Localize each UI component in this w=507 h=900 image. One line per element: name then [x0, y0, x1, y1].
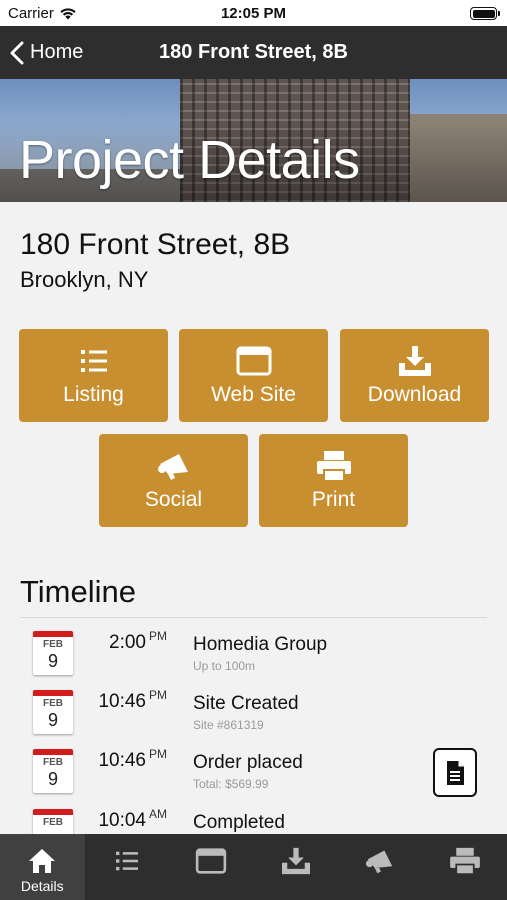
megaphone-icon [365, 846, 395, 876]
calendar-icon: FEB 9 [33, 749, 73, 793]
print-button-label: Print [311, 487, 356, 511]
tab-details[interactable]: Details [0, 834, 85, 900]
tab-details-label: Details [20, 878, 64, 894]
address-city: Brooklyn, NY [20, 267, 149, 292]
printer-icon [449, 846, 481, 876]
timeline-time-ampm: PM [149, 747, 167, 761]
calendar-day: 9 [47, 651, 58, 671]
timeline-item-title: Completed [193, 812, 285, 833]
calendar-month: FEB [43, 817, 63, 828]
tab-download[interactable] [254, 834, 339, 900]
download-icon [280, 846, 312, 876]
listing-button-label: Listing [63, 382, 124, 406]
chevron-left-icon [10, 41, 24, 64]
web-site-button[interactable]: Web Site [179, 329, 328, 422]
timeline-time: 10:46 PM [98, 747, 167, 772]
web-site-button-label: Web Site [211, 382, 296, 406]
browser-window-icon [236, 345, 272, 377]
timeline-item-title: Homedia Group [193, 634, 328, 655]
browser-window-icon [195, 846, 227, 876]
listing-button[interactable]: Listing [19, 329, 168, 422]
timeline-item-title: Order placed [193, 752, 303, 773]
social-button[interactable]: Social [99, 434, 248, 527]
calendar-day: 9 [47, 710, 58, 730]
document-icon [447, 760, 464, 785]
download-icon [397, 345, 433, 377]
hero-banner: Project Details [0, 79, 507, 202]
timeline-item-subtitle: Site #861319 [193, 718, 264, 732]
timeline-item[interactable]: FEB 9 10:46 PM Order placed Total: $569.9… [0, 736, 507, 794]
timeline-time-value: 10:46 [98, 750, 146, 771]
status-time: 12:05 PM [220, 5, 287, 22]
navigation-bar: Home 180 Front Street, 8B [0, 26, 507, 79]
back-button[interactable]: Home [10, 26, 83, 79]
print-button[interactable]: Print [259, 434, 408, 527]
timeline-time: 10:46 PM [98, 688, 167, 713]
tab-social[interactable] [338, 834, 423, 900]
social-button-label: Social [144, 487, 203, 511]
timeline-item-subtitle: Total: $569.99 [193, 777, 269, 791]
calendar-icon: FEB [33, 809, 73, 834]
back-button-label: Home [30, 41, 84, 63]
calendar-icon: FEB 9 [33, 631, 73, 675]
tab-listing[interactable] [85, 834, 170, 900]
timeline-time-ampm: AM [149, 807, 167, 821]
timeline-item[interactable]: FEB 10:04 AM Completed [0, 796, 507, 834]
address-street: 180 Front Street, 8B [20, 228, 291, 261]
timeline-time-ampm: PM [149, 629, 167, 643]
list-icon [80, 345, 108, 377]
calendar-month: FEB [43, 639, 63, 650]
timeline-list[interactable]: FEB 9 2:00 PM Homedia Group Up to 100m FE… [0, 618, 507, 834]
timeline-time: 10:04 AM [98, 807, 167, 832]
timeline-item-subtitle: Up to 100m [193, 659, 256, 673]
download-button-label: Download [367, 382, 462, 406]
printer-icon [316, 450, 352, 482]
download-button[interactable]: Download [340, 329, 489, 422]
hero-title: Project Details [19, 130, 360, 190]
timeline-time-value: 10:46 [98, 691, 146, 712]
document-button[interactable] [433, 748, 477, 797]
address-block: 180 Front Street, 8B Brooklyn, NY [20, 228, 290, 293]
tab-web-site[interactable] [169, 834, 254, 900]
megaphone-icon [157, 450, 191, 482]
timeline-title: Timeline [20, 574, 136, 609]
status-bar: Carrier 12:05 PM [0, 0, 507, 26]
tab-bar: Details [0, 834, 507, 900]
timeline-time: 2:00 PM [109, 629, 167, 654]
battery-icon [470, 7, 500, 20]
calendar-icon: FEB 9 [33, 690, 73, 734]
calendar-day: 9 [47, 769, 58, 789]
timeline-item-title: Site Created [193, 693, 299, 714]
timeline-time-value: 2:00 [109, 632, 146, 653]
timeline-item[interactable]: FEB 9 2:00 PM Homedia Group Up to 100m [0, 618, 507, 676]
tab-print[interactable] [423, 834, 507, 900]
home-icon [28, 846, 56, 876]
timeline-time-ampm: PM [149, 688, 167, 702]
list-icon [115, 846, 139, 876]
timeline-item[interactable]: FEB 9 10:46 PM Site Created Site #861319 [0, 677, 507, 735]
calendar-month: FEB [43, 757, 63, 768]
timeline-time-value: 10:04 [98, 810, 146, 831]
calendar-month: FEB [43, 698, 63, 709]
